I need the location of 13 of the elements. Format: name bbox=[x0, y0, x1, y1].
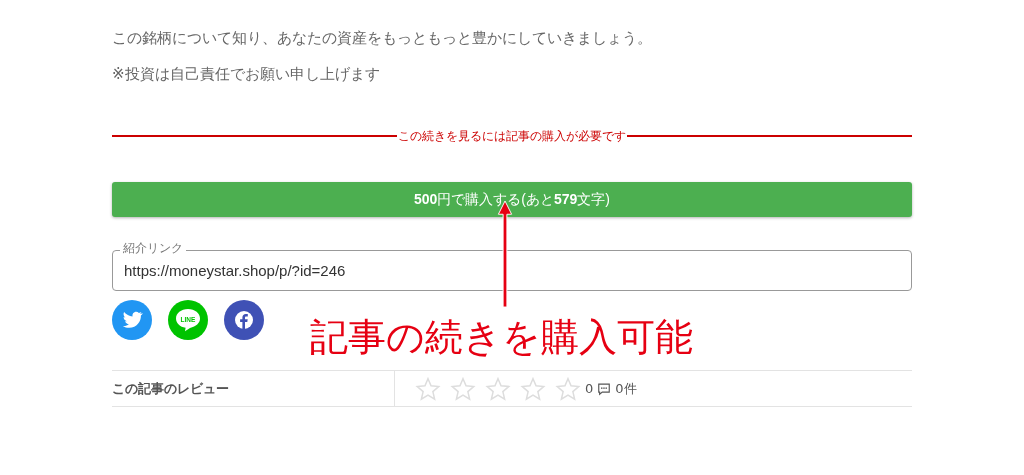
field-label: 紹介リンク bbox=[120, 241, 186, 255]
paywall-notice: この続きを見るには記事の購入が必要です bbox=[397, 127, 627, 145]
paragraph: ※投資は自己責任でお願い申し上げます bbox=[112, 64, 381, 85]
review-label: この記事のレビュー bbox=[112, 371, 395, 406]
comment-icon bbox=[597, 381, 612, 396]
buy-button[interactable]: 500円で購入する(あと579文字) bbox=[112, 182, 912, 217]
annotation-text: 記事の続きを購入可能 bbox=[310, 314, 693, 360]
twitter-bird-icon[interactable] bbox=[112, 300, 152, 340]
facebook-icon[interactable] bbox=[224, 300, 264, 340]
comment-count: 0件 bbox=[615, 379, 637, 398]
paragraph: この銘柄について知り、あなたの資産をもっともっと豊かにしていきましょう。 bbox=[112, 28, 653, 49]
star-rating[interactable] bbox=[415, 375, 581, 402]
rating-count: 0 bbox=[585, 381, 594, 396]
